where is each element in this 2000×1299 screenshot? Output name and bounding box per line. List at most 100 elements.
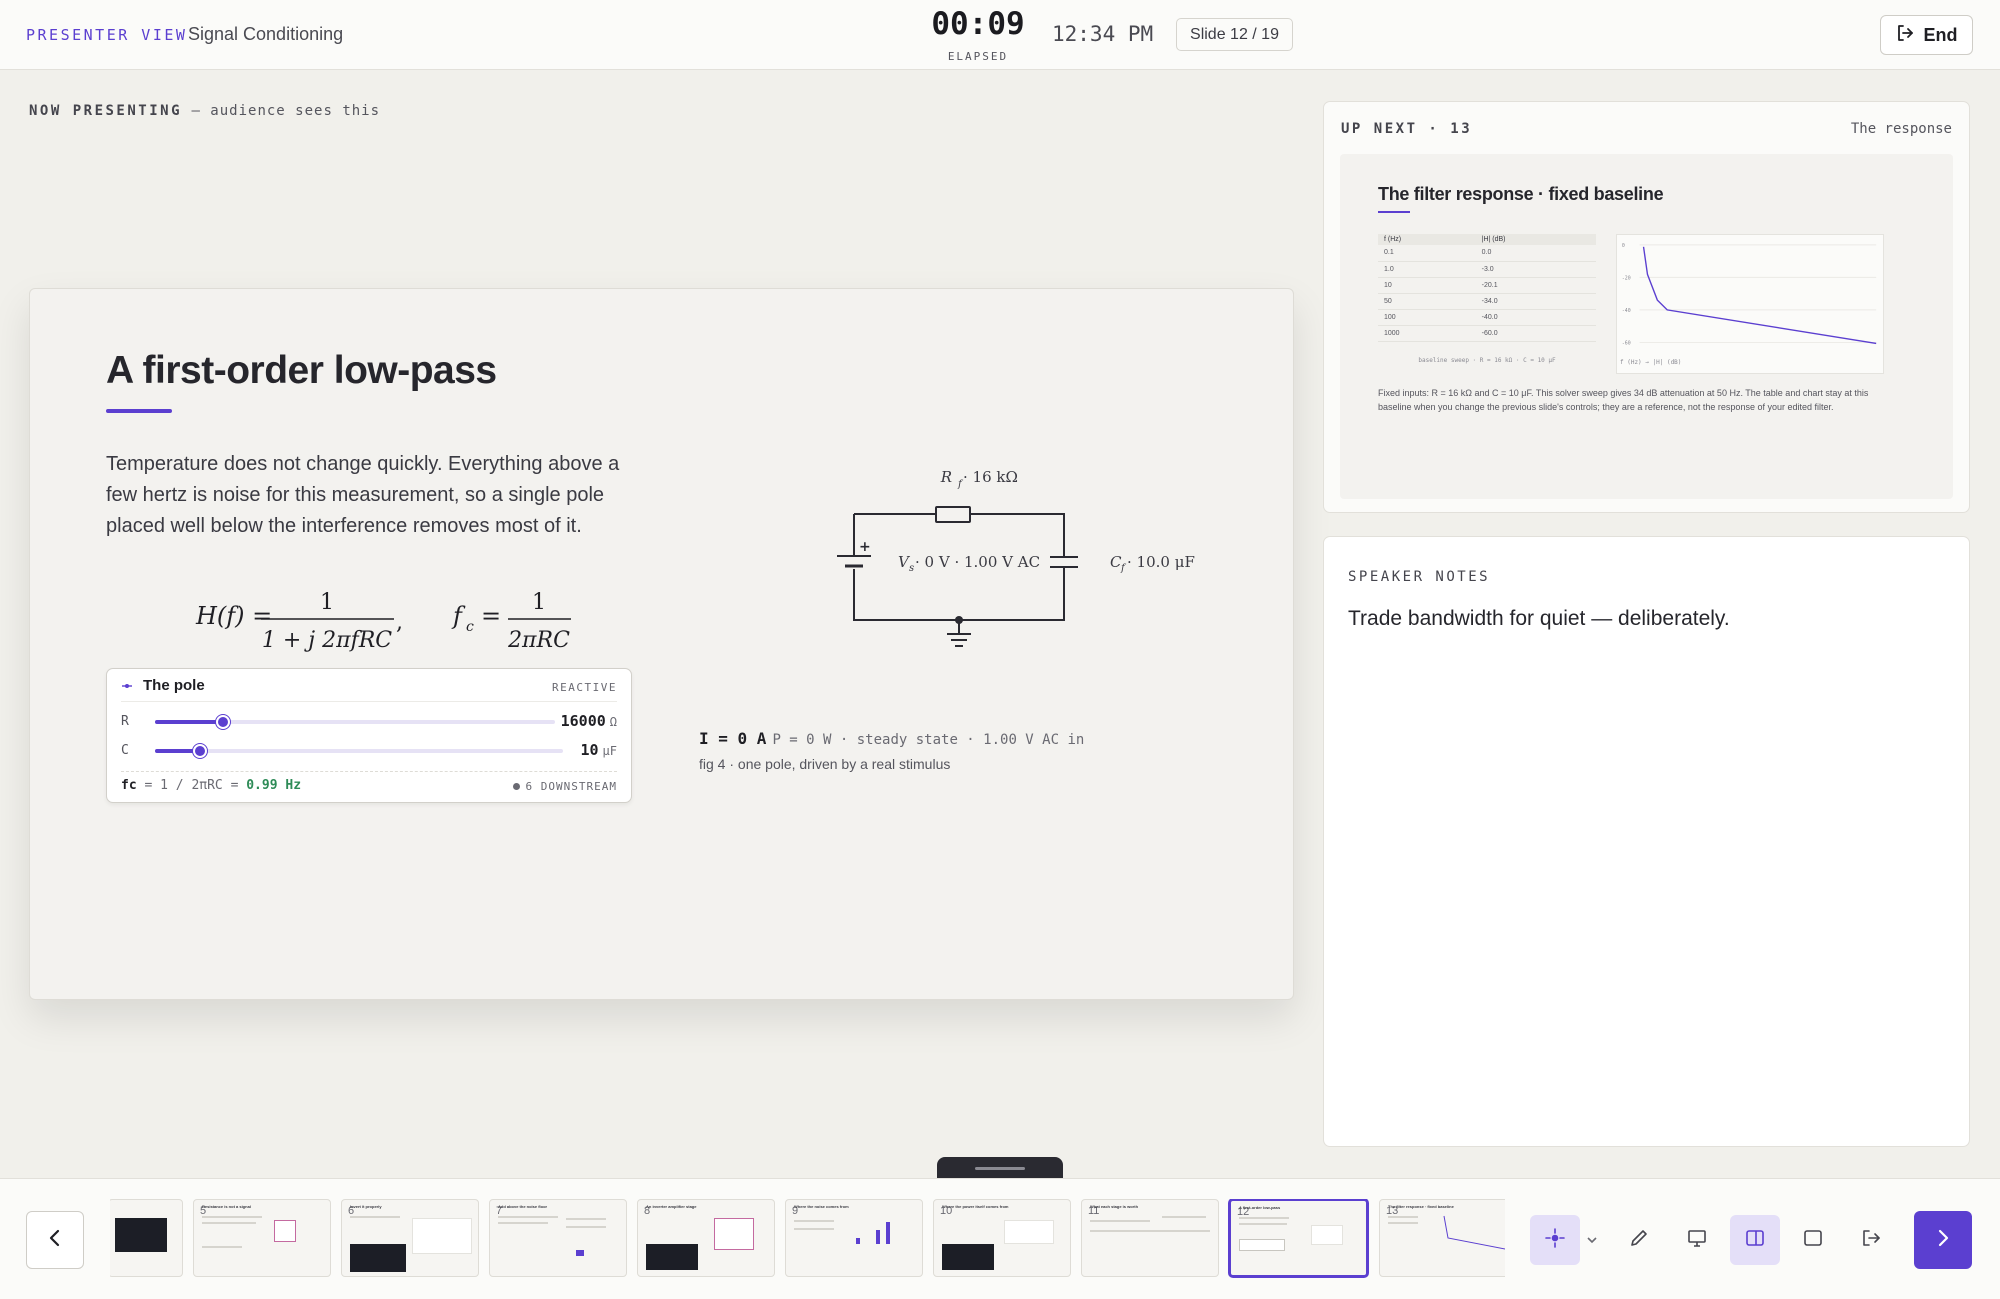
pole-card-header: The pole <box>121 677 205 694</box>
c-slider[interactable] <box>155 744 563 758</box>
c-unit: μF <box>602 744 617 758</box>
elapsed-timer: 00:09 <box>931 6 1025 42</box>
table-row: 1000 -60.0 <box>1378 325 1596 342</box>
r-slider-row: R 16000 Ω <box>121 712 617 732</box>
r-value: 16000 Ω <box>560 712 617 730</box>
blank-screen-button[interactable] <box>1788 1215 1838 1265</box>
slide-thumbnail[interactable]: 6 Invert it properly <box>341 1199 479 1277</box>
c-value: 10 μF <box>580 741 617 759</box>
slide-thumbnail[interactable]: 13 The filter response · fixed baseline <box>1379 1199 1505 1277</box>
r-unit: Ω <box>609 715 617 729</box>
next-slide-preview: The filter response · fixed baseline f (… <box>1340 154 1953 499</box>
slide-body: Temperature does not change quickly. Eve… <box>106 453 620 537</box>
slide-thumbnail[interactable]: 5 Resistance is not a signal <box>193 1199 331 1277</box>
r-slider-fill <box>155 720 223 724</box>
preview-title: The filter response · fixed baseline <box>1378 184 1664 204</box>
chevron-down-icon[interactable] <box>1586 1231 1598 1249</box>
now-presenting-sub: — audience sees this <box>191 103 381 119</box>
slide-thumbnail-active[interactable]: 12 A first-order low-pass <box>1228 1199 1369 1278</box>
c-slider-row: C 10 μF <box>121 741 617 761</box>
table-row: 100 -40.0 <box>1378 309 1596 326</box>
preview-note: Fixed inputs: R = 16 kΩ and C = 10 μF. T… <box>1378 388 1869 412</box>
slide-thumbnail[interactable]: 8 An inverter amplifier stage <box>637 1199 775 1277</box>
c-label: C <box>121 743 129 758</box>
pole-icon <box>121 677 133 694</box>
title-underline <box>106 409 172 413</box>
preview-table: f (Hz) |H| (dB) 0.1 0.0 1.0 -3.0 10 -20.1 5… <box>1378 234 1596 342</box>
formula-fc-lhs: f <box>451 602 466 630</box>
sidebar-panel-icon <box>1744 1227 1766 1254</box>
chevron-right-icon <box>1936 1228 1950 1253</box>
fc-expr: = 1 / 2πRC = <box>144 778 239 793</box>
pencil-icon <box>1628 1227 1650 1254</box>
slide-thumbnail[interactable]: 7 Add above the noise floor <box>489 1199 627 1277</box>
exit-presenter-button[interactable] <box>1846 1215 1896 1265</box>
current-value: I = 0 A <box>699 729 767 748</box>
r-slider-thumb[interactable] <box>216 715 230 729</box>
exit-icon <box>1860 1227 1882 1254</box>
chevron-left-icon <box>48 1228 62 1253</box>
cf-value: · 10.0 μF <box>1127 553 1195 571</box>
speaker-notes-panel: SPEAKER NOTES Trade bandwidth for quiet … <box>1323 536 1970 1147</box>
circuit-diagram: + R f · 16 kΩ V s · 0 V · 1.00 V AC C f … <box>837 468 1195 647</box>
c-slider-thumb[interactable] <box>192 744 207 758</box>
up-next-label: UP NEXT · 13 <box>1341 121 1473 137</box>
cutoff-readout: fc = 1 / 2πRC = 0.99 Hz <box>121 778 301 793</box>
svg-text:0: 0 <box>1622 243 1625 249</box>
fc-value: 0.99 Hz <box>246 778 302 793</box>
formula-fc-den: 2πRC <box>507 628 570 653</box>
formula-fc-num: 1 <box>532 590 546 615</box>
top-bar: PRESENTER VIEW Signal Conditioning 00:09… <box>0 0 2000 70</box>
svg-text:+: + <box>859 539 871 555</box>
fc-var: fc <box>121 778 137 793</box>
table-caption: baseline sweep · R = 16 kΩ · C = 10 μF <box>1418 357 1556 364</box>
formula-h-den: 1 + j 2πfRC <box>262 628 392 653</box>
svg-text:-20: -20 <box>1622 275 1631 281</box>
filmstrip-handle[interactable] <box>937 1157 1063 1179</box>
slide-thumbnail[interactable]: 9 Where the noise comes from <box>785 1199 923 1277</box>
presenter-view-label: PRESENTER VIEW <box>26 26 188 44</box>
formula-h-num: 1 <box>320 590 334 615</box>
svg-text:,: , <box>396 610 403 635</box>
up-next-title: The response <box>1850 121 1952 137</box>
presenter-tools <box>1530 1211 1904 1269</box>
current-readout: I = 0 A P = 0 W · steady state · 1.00 V A… <box>699 729 1084 748</box>
rf-label: R <box>940 468 952 486</box>
pole-control-card: The pole REACTIVE R 16000 Ω C 10 μF fc = 1… <box>106 668 632 803</box>
up-next-panel[interactable]: UP NEXT · 13 The response The filter res… <box>1323 101 1970 513</box>
previous-slide-button[interactable] <box>26 1211 84 1269</box>
table-row: 1.0 -3.0 <box>1378 261 1596 278</box>
chart-caption: f (Hz) → |H| (dB) <box>1620 359 1682 366</box>
slide-counter[interactable]: Slide 12 / 19 <box>1176 18 1293 51</box>
slide-thumbnail[interactable]: 11 What each stage is worth <box>1081 1199 1219 1277</box>
transfer-formula: H(f) = 1 1 + j 2πfRC , f c = 1 2πRC <box>195 590 571 653</box>
split-view-button[interactable] <box>1730 1215 1780 1265</box>
audience-display-button[interactable] <box>1672 1215 1722 1265</box>
speaker-notes-label: SPEAKER NOTES <box>1348 569 1491 585</box>
crosshair-icon <box>1544 1227 1566 1254</box>
filmstrip: 5 Resistance is not a signal 6 Invert it… <box>0 1178 2000 1299</box>
svg-text:-40: -40 <box>1622 308 1631 314</box>
now-presenting-label: NOW PRESENTING — audience sees this <box>29 103 380 119</box>
slide-thumbnail[interactable] <box>110 1199 183 1277</box>
table-header: f (Hz) <box>1378 234 1476 245</box>
pen-tool[interactable] <box>1614 1215 1664 1265</box>
next-slide-button[interactable] <box>1914 1211 1972 1269</box>
monitor-icon <box>1686 1227 1708 1254</box>
r-label: R <box>121 714 129 729</box>
square-icon <box>1802 1227 1824 1254</box>
preview-chart: 0 -20 -40 -60 <box>1616 234 1884 374</box>
r-slider[interactable] <box>155 715 555 729</box>
end-button[interactable]: End <box>1880 15 1973 55</box>
clock: 12:34 PM <box>1052 22 1154 46</box>
laser-pointer-tool[interactable] <box>1530 1215 1580 1265</box>
reactive-tag: REACTIVE <box>552 681 617 694</box>
slide-thumbnail[interactable]: 10 Where the power itself comes from <box>933 1199 1071 1277</box>
rf-value: · 16 kΩ <box>963 468 1018 486</box>
formula-fc-sub: c <box>466 619 474 635</box>
pole-card-title: The pole <box>143 677 205 694</box>
current-detail: P = 0 W · steady state · 1.00 V AC in <box>772 732 1085 748</box>
downstream-badge: 6 DOWNSTREAM <box>513 780 617 793</box>
formula-h-lhs: H(f) = <box>195 602 272 630</box>
cf-sub: f <box>1120 563 1127 574</box>
